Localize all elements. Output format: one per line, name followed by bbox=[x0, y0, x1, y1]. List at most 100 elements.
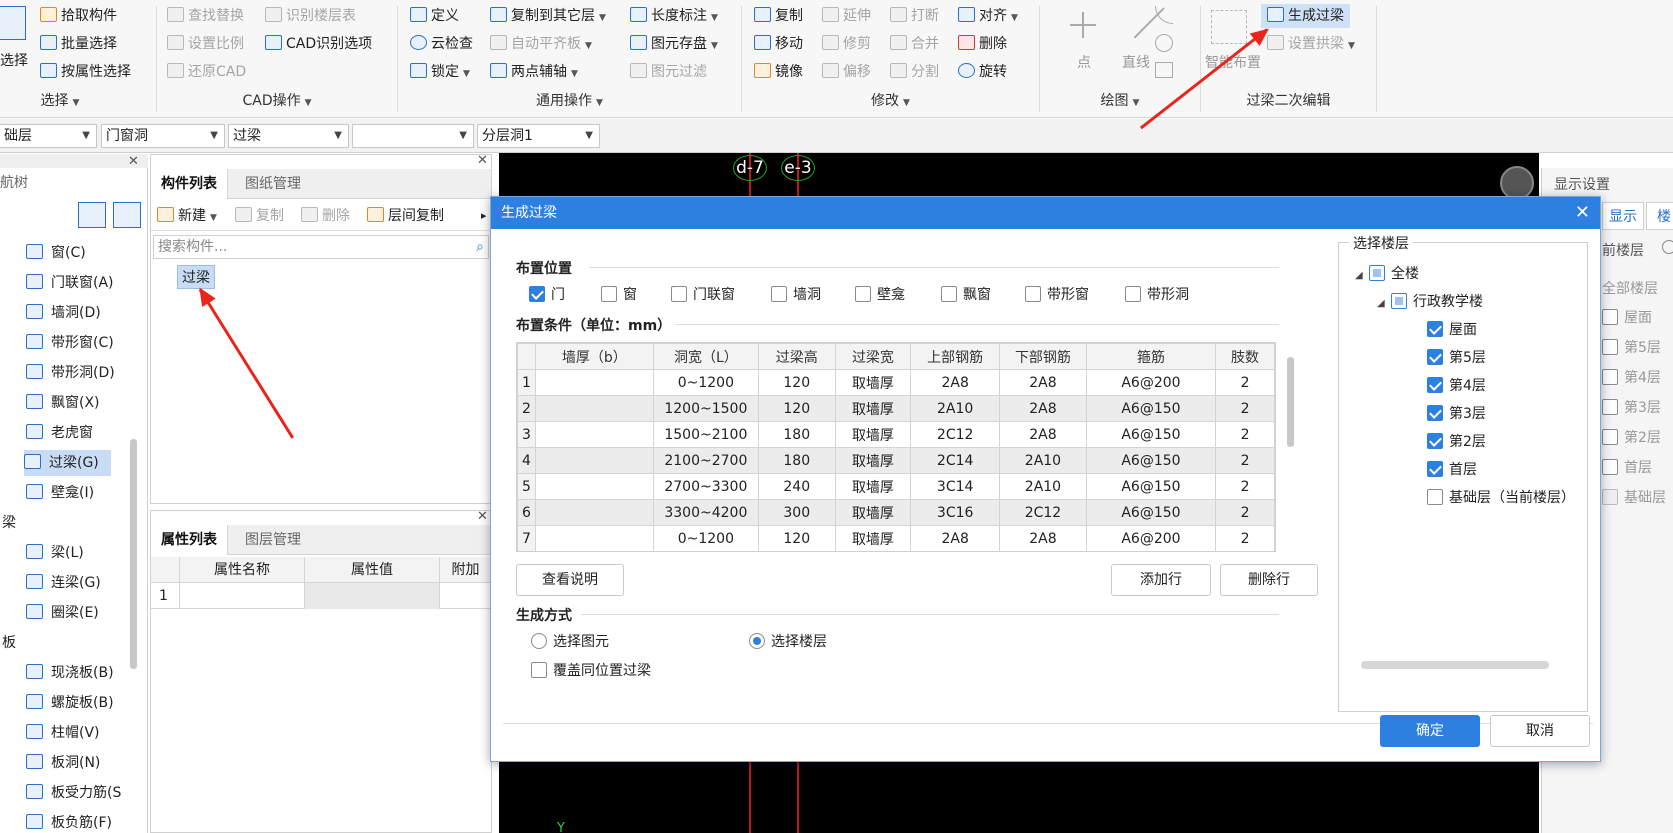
extend-button[interactable]: 延伸 bbox=[822, 4, 871, 28]
table-row[interactable]: 5 2700~3300 240 取墙厚 3C14 2A10 A6@150 2 bbox=[517, 473, 1275, 500]
add-row-button[interactable]: 添加行 bbox=[1111, 564, 1211, 596]
table-cell[interactable]: A6@150 bbox=[1085, 395, 1217, 422]
position-checkbox[interactable]: 墙洞 bbox=[771, 285, 821, 305]
condition-col-header[interactable]: 肢数 bbox=[1215, 343, 1275, 370]
table-cell[interactable]: 2 bbox=[1215, 499, 1275, 526]
table-row[interactable]: 6 3300~4200 300 取墙厚 3C16 2C12 A6@150 2 bbox=[517, 499, 1275, 526]
table-cell[interactable]: 120 bbox=[757, 395, 836, 422]
copy-to-floor-button[interactable]: 复制到其它层 ▼ bbox=[490, 4, 606, 28]
tab-layer-management[interactable]: 图层管理 bbox=[235, 525, 311, 555]
select-by-attr-button[interactable]: 按属性选择 bbox=[40, 60, 131, 84]
right-floor-item[interactable]: 基础层 bbox=[1602, 488, 1666, 508]
tab-property-list[interactable]: 属性列表 bbox=[151, 525, 228, 555]
nav-item[interactable]: 窗(C) bbox=[26, 240, 86, 266]
table-cell[interactable]: 0~1200 bbox=[652, 369, 759, 396]
table-cell[interactable]: 2 bbox=[1215, 473, 1275, 500]
right-floor-item[interactable]: 首层 bbox=[1602, 458, 1652, 478]
tab-floors[interactable]: 楼 bbox=[1646, 202, 1673, 230]
table-row[interactable]: 2 1200~1500 120 取墙厚 2A10 2A8 A6@150 2 bbox=[517, 395, 1275, 422]
table-row[interactable]: 7 0~1200 120 取墙厚 2A8 2A8 A6@200 2 bbox=[517, 525, 1275, 551]
table-cell[interactable]: 0~1200 bbox=[652, 525, 759, 551]
floor-select[interactable]: 础层 ▼ bbox=[0, 124, 97, 148]
position-checkbox[interactable]: 壁龛 bbox=[855, 285, 905, 305]
set-scale-button[interactable]: 设置比例 bbox=[167, 32, 244, 56]
select-group-label[interactable]: 选择 ▼ bbox=[0, 90, 120, 110]
set-splice-button[interactable]: 设置拱梁 ▼ bbox=[1267, 32, 1355, 56]
condition-col-header[interactable]: 过梁宽 bbox=[834, 343, 912, 370]
floor-item[interactable]: 首层 bbox=[1427, 459, 1477, 481]
nav-item[interactable]: 门联窗(A) bbox=[26, 270, 114, 296]
table-cell[interactable]: 2A10 bbox=[910, 395, 1001, 422]
right-floor-item[interactable]: 第3层 bbox=[1602, 398, 1661, 418]
cad-group-label[interactable]: CAD操作 ▼ bbox=[157, 90, 397, 110]
condition-col-header[interactable]: 上部钢筋 bbox=[910, 343, 1001, 370]
table-cell[interactable]: 300 bbox=[757, 499, 836, 526]
table-cell[interactable] bbox=[534, 525, 654, 551]
table-cell[interactable]: 取墙厚 bbox=[834, 499, 912, 526]
table-cell[interactable]: 1500~2100 bbox=[652, 421, 759, 448]
floor-item[interactable]: 基础层（当前楼层） bbox=[1427, 487, 1575, 509]
lock-button[interactable]: 锁定 ▼ bbox=[410, 60, 470, 84]
floor-item[interactable]: 第4层 bbox=[1427, 375, 1486, 397]
generate-lintel-button[interactable]: 生成过梁 bbox=[1261, 4, 1350, 28]
position-checkbox[interactable]: 飘窗 bbox=[941, 285, 991, 305]
table-cell[interactable]: 3C16 bbox=[910, 499, 1001, 526]
floor-item[interactable]: 第5层 bbox=[1427, 347, 1486, 369]
table-cell[interactable]: 2C12 bbox=[999, 499, 1087, 526]
condition-col-header[interactable]: 洞宽（L） bbox=[652, 343, 759, 370]
cloud-check-button[interactable]: 云检查 bbox=[410, 32, 473, 56]
delete-component-button[interactable]: 删除 bbox=[301, 204, 350, 228]
condition-col-header[interactable]: 墙厚（b） bbox=[534, 343, 654, 370]
table-cell[interactable]: 2A10 bbox=[999, 473, 1087, 500]
table-cell[interactable]: 2100~2700 bbox=[652, 447, 759, 474]
condition-col-header[interactable]: 过梁高 bbox=[757, 343, 836, 370]
view-description-button[interactable]: 查看说明 bbox=[516, 564, 624, 596]
condition-col-header[interactable]: 箍筋 bbox=[1085, 343, 1217, 370]
method-floor-radio[interactable]: 选择楼层 bbox=[749, 632, 827, 652]
table-cell[interactable]: 2A8 bbox=[999, 395, 1087, 422]
define-button[interactable]: 定义 bbox=[410, 4, 459, 28]
dialog-close-icon[interactable]: ✕ bbox=[1575, 197, 1590, 229]
nav-category[interactable]: 梁 bbox=[2, 510, 16, 536]
right-floor-item[interactable]: 第5层 bbox=[1602, 338, 1661, 358]
delete-row-button[interactable]: 删除行 bbox=[1220, 564, 1318, 596]
table-row[interactable]: 3 1500~2100 180 取墙厚 2C12 2A8 A6@150 2 bbox=[517, 421, 1275, 448]
floor-panel-scrollbar[interactable] bbox=[1361, 661, 1549, 669]
nav-close-icon[interactable]: ✕ bbox=[128, 154, 139, 169]
nav-item[interactable]: 带形窗(C) bbox=[26, 330, 114, 356]
component-close-icon[interactable]: ✕ bbox=[477, 153, 488, 168]
align-button[interactable]: 对齐 ▼ bbox=[958, 4, 1018, 28]
method-element-radio[interactable]: 选择图元 bbox=[531, 632, 609, 652]
tab-display[interactable]: 显示 bbox=[1602, 202, 1644, 230]
table-cell[interactable] bbox=[534, 421, 654, 448]
table-cell[interactable]: A6@200 bbox=[1085, 369, 1217, 396]
nav-item[interactable]: 圈梁(E) bbox=[26, 600, 99, 626]
element-save-button[interactable]: 图元存盘 ▼ bbox=[630, 32, 718, 56]
select-big-icon[interactable] bbox=[0, 6, 26, 40]
table-cell[interactable] bbox=[534, 499, 654, 526]
table-scrollbar[interactable] bbox=[1287, 357, 1294, 447]
table-cell[interactable]: A6@150 bbox=[1085, 499, 1217, 526]
auto-align-slab-button[interactable]: 自动平齐板 ▼ bbox=[490, 32, 592, 56]
position-checkbox[interactable]: 带形洞 bbox=[1125, 285, 1189, 305]
table-cell[interactable]: 2 bbox=[1215, 525, 1275, 551]
floor-tree-building[interactable]: ◢ 行政教学楼 bbox=[1377, 291, 1483, 313]
copy-button[interactable]: 复制 bbox=[754, 4, 803, 28]
table-cell[interactable]: 2A8 bbox=[910, 525, 1001, 551]
table-cell[interactable]: 2A8 bbox=[999, 525, 1087, 551]
table-cell[interactable]: 3C14 bbox=[910, 473, 1001, 500]
nav-item[interactable]: 梁(L) bbox=[26, 540, 84, 566]
search-input[interactable]: 搜索构件... ⌕ bbox=[153, 235, 489, 259]
table-cell[interactable]: 240 bbox=[757, 473, 836, 500]
two-point-axis-button[interactable]: 两点辅轴 ▼ bbox=[490, 60, 578, 84]
view-cube-icon[interactable] bbox=[1500, 166, 1534, 200]
tab-drawing-management[interactable]: 图纸管理 bbox=[235, 169, 311, 199]
smart-layout-icon[interactable] bbox=[1211, 10, 1247, 44]
property-row[interactable]: 1 bbox=[151, 583, 491, 609]
category-select[interactable]: 门窗洞 ▼ bbox=[101, 124, 225, 148]
component-item-lintel[interactable]: 过梁 bbox=[177, 265, 215, 289]
overwrite-checkbox[interactable]: 覆盖同位置过梁 bbox=[531, 661, 651, 681]
table-cell[interactable]: 2 bbox=[1215, 395, 1275, 422]
more-chevron-icon[interactable]: ▸ bbox=[481, 201, 487, 231]
right-floor-item[interactable]: 第2层 bbox=[1602, 428, 1661, 448]
